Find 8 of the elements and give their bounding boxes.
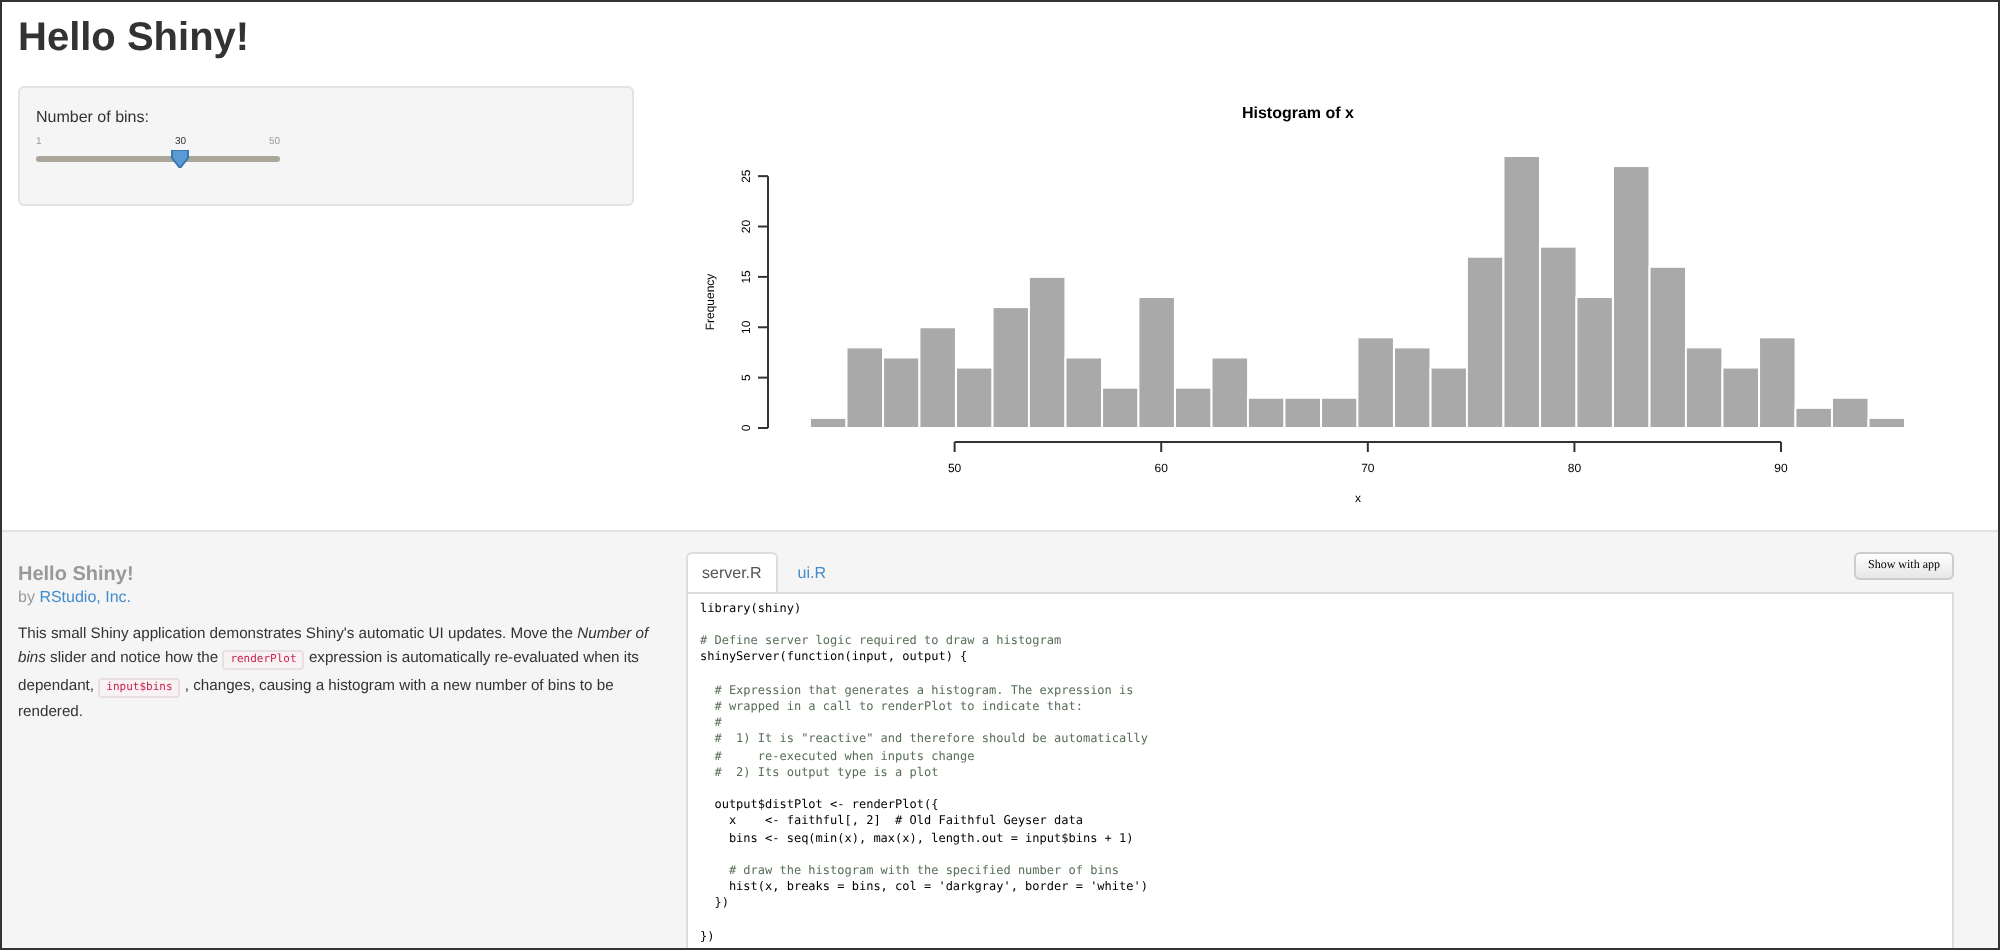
chart-title: Histogram of x	[1242, 103, 1354, 122]
page-title: Hello Shiny!	[18, 16, 250, 63]
byline-text: by	[18, 587, 35, 606]
file-tab[interactable]: server.R	[686, 551, 778, 594]
slider-thumb[interactable]	[170, 149, 191, 168]
slider-track[interactable]	[36, 155, 280, 162]
app-heading: Hello Shiny!	[18, 563, 136, 586]
slider-label: Number of bins:	[36, 107, 151, 126]
